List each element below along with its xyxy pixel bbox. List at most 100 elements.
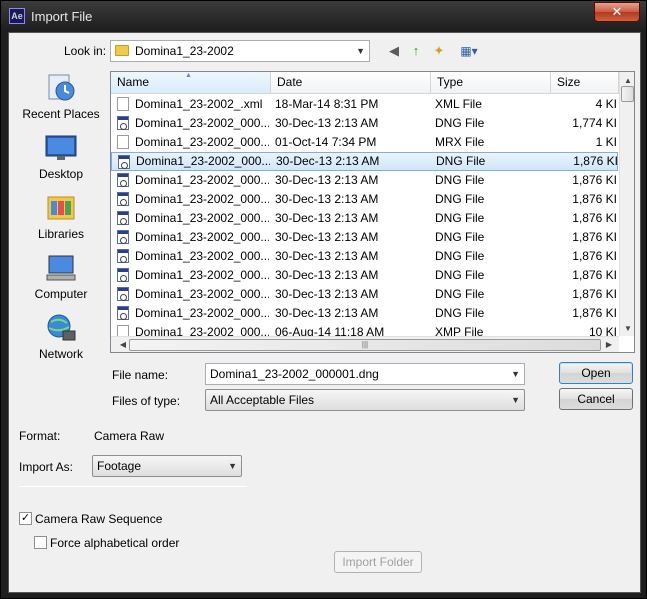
file-type: DNG File [435,192,485,206]
file-date: 30-Dec-13 2:13 AM [276,154,380,168]
file-size: 1,774 KI [572,116,617,130]
place-network[interactable]: Network [15,309,107,367]
file-name-input[interactable]: Domina1_23-2002_000001.dng ▼ [205,363,525,385]
camera-raw-sequence-checkbox[interactable]: ✓ [19,512,32,525]
divider [19,486,247,487]
network-icon [47,314,76,341]
vertical-scrollbar[interactable]: ▲ ▼ [619,72,634,336]
import-folder-button[interactable]: Import Folder [334,551,422,573]
look-in-dropdown[interactable]: Domina1_23-2002 ▼ [110,40,370,62]
file-date: 30-Dec-13 2:13 AM [275,268,379,282]
file-name: Domina1_23-2002_000... [135,116,269,130]
file-date: 30-Dec-13 2:13 AM [275,211,379,225]
column-header-size[interactable]: Size [551,72,619,94]
import-as-dropdown[interactable]: Footage ▼ [92,455,242,477]
file-name: Domina1_23-2002_000... [135,211,269,225]
import-as-label: Import As: [19,460,74,474]
horizontal-scrollbar[interactable]: ◀ ||| ▶ [111,336,619,352]
camera-raw-sequence-label[interactable]: Camera Raw Sequence [35,512,162,526]
dng-file-icon [118,155,130,169]
file-name: Domina1_23-2002_000... [135,287,269,301]
window-title: Import File [31,9,93,24]
dng-file-icon [117,230,129,244]
open-button[interactable]: Open [559,362,633,384]
file-row[interactable]: Domina1_23-2002_000... 30-Dec-13 2:13 AM D… [111,152,618,171]
file-size: 1,876 KI [572,192,617,206]
file-name-label: File name: [112,368,169,382]
column-header-name[interactable]: Name ▲ [111,72,271,94]
view-menu-icon[interactable]: ▦▾ [456,42,482,60]
place-label: Computer [34,287,88,301]
file-row[interactable]: Domina1_23-2002_000... 30-Dec-13 2:13 AM D… [111,190,618,209]
dng-file-icon [117,211,129,225]
import-file-dialog: Ae Import File ✕ Look in: Domina1_23-200… [0,0,647,599]
folder-icon [115,45,129,56]
file-size: 1,876 KI [572,211,617,225]
import-as-value: Footage [97,459,142,473]
scroll-thumb[interactable] [621,86,634,102]
scroll-down-icon[interactable]: ▼ [620,324,634,333]
places-bar: Recent Places Desktop Libraries Computer… [15,69,107,409]
file-name: Domina1_23-2002_000... [135,135,269,149]
dng-file-icon [117,116,129,130]
place-libraries[interactable]: Libraries [15,189,107,247]
up-folder-icon[interactable]: ↑ [407,42,425,60]
column-header-date[interactable]: Date [271,72,431,94]
file-size: 1,876 KI [572,249,617,263]
force-alphabetical-checkbox[interactable] [34,536,47,549]
mrx-file-icon [117,135,129,149]
file-row[interactable]: Domina1_23-2002_000... 30-Dec-13 2:13 AM D… [111,171,618,190]
file-row[interactable]: Domina1_23-2002_000... 01-Oct-14 7:34 PM M… [111,133,618,152]
scroll-right-icon[interactable]: ▶ [601,340,617,349]
file-date: 30-Dec-13 2:13 AM [275,287,379,301]
file-size: 1,876 KI [573,154,618,168]
file-size: 4 KI [595,97,617,111]
force-alphabetical-label[interactable]: Force alphabetical order [50,536,179,550]
sort-ascending-icon: ▲ [185,72,192,79]
file-name: Domina1_23-2002_000... [136,154,270,168]
title-bar[interactable]: Ae Import File ✕ [1,1,646,33]
file-date: 30-Dec-13 2:13 AM [275,249,379,263]
files-of-type-dropdown[interactable]: All Acceptable Files ▼ [205,389,525,411]
file-type: DNG File [435,268,485,282]
recent-places-icon [48,74,75,101]
close-button[interactable]: ✕ [594,2,640,22]
chevron-down-icon[interactable]: ▼ [511,364,520,384]
file-name: Domina1_23-2002_000... [135,249,269,263]
dng-file-icon [117,173,129,187]
look-in-label: Look in: [64,44,107,58]
xml-file-icon [117,97,129,111]
file-date: 30-Dec-13 2:13 AM [275,230,379,244]
file-row[interactable]: Domina1_23-2002_000... 30-Dec-13 2:13 AM D… [111,209,618,228]
file-type: DNG File [435,173,485,187]
new-folder-icon[interactable]: ✦ [430,42,448,60]
file-date: 30-Dec-13 2:13 AM [275,192,379,206]
file-row[interactable]: Domina1_23-2002_000... 30-Dec-13 2:13 AM D… [111,114,618,133]
libraries-icon [47,196,75,220]
file-row[interactable]: Domina1_23-2002_000... 30-Dec-13 2:13 AM D… [111,228,618,247]
cancel-button[interactable]: Cancel [559,388,633,410]
file-name: Domina1_23-2002_000... [135,192,269,206]
place-recent-places[interactable]: Recent Places [15,69,107,127]
file-list[interactable]: Name ▲ Date Type Size Domina1_23-2002_.x… [110,71,635,353]
after-effects-app-icon: Ae [9,8,25,24]
file-row[interactable]: Domina1_23-2002_000... 30-Dec-13 2:13 AM D… [111,266,618,285]
file-row[interactable]: Domina1_23-2002_000... 30-Dec-13 2:13 AM D… [111,285,618,304]
file-row[interactable]: Domina1_23-2002_.xml 18-Mar-14 8:31 PM XML… [111,95,618,114]
look-in-value: Domina1_23-2002 [135,44,234,58]
back-icon[interactable]: ◀ [385,42,403,60]
place-label: Libraries [37,227,85,241]
file-type: DNG File [435,230,485,244]
dng-file-icon [117,268,129,282]
file-row[interactable]: Domina1_23-2002_000... 30-Dec-13 2:13 AM D… [111,247,618,266]
horizontal-scroll-thumb[interactable]: ||| [129,339,601,351]
file-date: 30-Dec-13 2:13 AM [275,306,379,320]
place-computer[interactable]: Computer [15,249,107,307]
column-header-type[interactable]: Type [431,72,551,94]
file-name: Domina1_23-2002_000... [135,230,269,244]
place-label: Desktop [38,167,84,181]
place-desktop[interactable]: Desktop [15,129,107,187]
file-row[interactable]: Domina1_23-2002_000... 30-Dec-13 2:13 AM D… [111,304,618,323]
file-name: Domina1_23-2002_.xml [135,97,263,111]
scroll-up-icon[interactable]: ▲ [620,76,634,85]
